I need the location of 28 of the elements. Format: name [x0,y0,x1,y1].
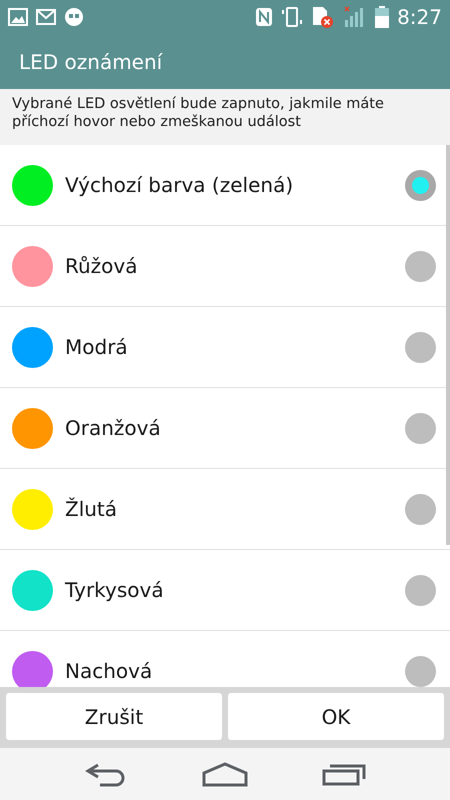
radio-button[interactable] [405,494,436,524]
home-icon[interactable] [200,761,249,787]
radio-button[interactable] [405,332,436,362]
option-row[interactable]: Tyrkysová [0,550,450,631]
option-label: Oranžová [65,415,162,442]
sim-error-icon [311,5,336,29]
description-text: Vybrané LED osvětlení bude zapnuto, jakmile máte příchozí hovor nebo zmeškanou událost [12,96,384,130]
screen-title: LED oznámení [19,48,162,76]
option-label: Modrá [65,334,129,361]
radio-button[interactable] [405,170,436,200]
radio-button[interactable] [405,574,436,606]
option-label: Žlutá [65,496,118,523]
vibrate-icon [281,6,304,28]
option-label: Růžová [65,253,138,280]
ok-button[interactable]: OK [228,693,444,740]
option-label: Výchozí barva (zelená) [65,172,294,199]
radio-button[interactable] [405,250,436,282]
radio-button[interactable] [405,656,436,686]
clock-text: 8:27 [397,4,442,31]
image-icon [8,8,28,26]
radio-button[interactable] [405,412,436,444]
chat-icon [64,7,84,27]
mail-icon [36,9,56,25]
option-label: Nachová [65,658,154,685]
battery-icon [375,6,390,28]
cancel-button[interactable]: Zrušit [6,693,222,740]
option-label: Tyrkysová [65,577,165,604]
nfc-icon [255,7,274,27]
